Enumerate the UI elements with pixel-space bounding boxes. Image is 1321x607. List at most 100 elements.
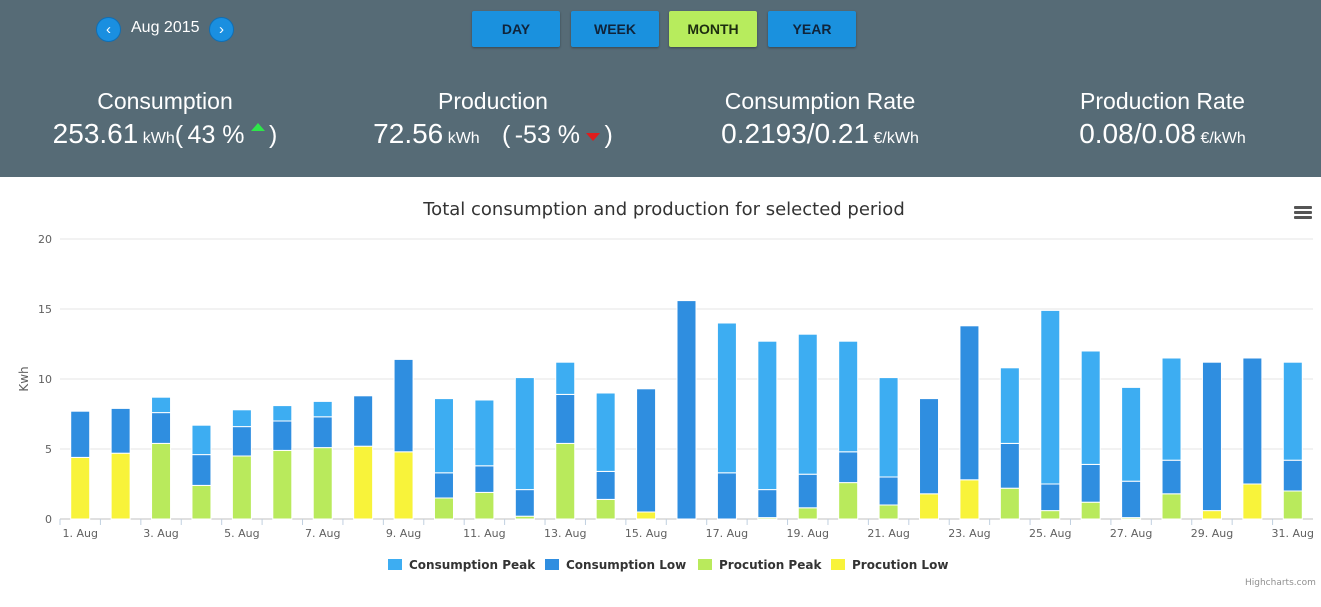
consumption-rate-stat: Consumption Rate 0.2193/0.21 €/kWh [700, 88, 940, 150]
bar-segment [676, 300, 697, 520]
x-tick-label: 19. Aug [787, 527, 829, 540]
x-tick-label: 21. Aug [867, 527, 909, 540]
x-tick-label: 31. Aug [1272, 527, 1314, 540]
bar-segment [312, 416, 333, 449]
bar-segment [716, 322, 737, 474]
bar-segment [514, 489, 535, 517]
range-year-button[interactable]: YEAR [768, 11, 856, 47]
bar-segment [474, 465, 495, 493]
bar-segment [231, 426, 252, 457]
production-title: Production [438, 88, 548, 114]
bar-segment [797, 507, 818, 520]
x-tick-label: 3. Aug [143, 527, 178, 540]
bar-segment [1121, 386, 1142, 482]
legend-swatch [698, 559, 712, 570]
bar-segment [1080, 350, 1101, 465]
bar-segment [1242, 483, 1263, 520]
chart-title: Total consumption and production for sel… [423, 199, 905, 220]
bar-segment [636, 388, 657, 513]
bar-segment [433, 497, 454, 520]
consumption-rate-unit: €/kWh [873, 130, 919, 147]
production-unit: kWh [447, 130, 480, 147]
x-tick-label: 9. Aug [386, 527, 421, 540]
y-tick-label: 15 [38, 303, 52, 316]
production-stat: Production 72.56 kWh ( -53 % ) [358, 88, 628, 150]
production-rate-value-line: 0.08/0.08 €/kWh [1060, 118, 1265, 150]
bar-segment [353, 395, 374, 447]
y-tick-label: 10 [38, 373, 52, 386]
bar-segment [999, 487, 1020, 520]
bar-segment [433, 472, 454, 499]
production-rate-value: 0.08/0.08 [1079, 118, 1196, 149]
bar-segment [191, 454, 212, 486]
bar-segment [312, 447, 333, 520]
bar-segment [999, 367, 1020, 444]
bar-segment [1040, 510, 1061, 520]
bar-segment [1080, 463, 1101, 503]
bar-segment [595, 470, 616, 500]
consumption-rate-title: Consumption Rate [724, 88, 916, 114]
bar-segment [1161, 459, 1182, 495]
range-week-button[interactable]: WEEK [571, 11, 659, 47]
bar-segment [231, 455, 252, 520]
y-axis-title: Kwh [17, 366, 31, 391]
bar-segment [1201, 361, 1222, 512]
range-month-button[interactable]: MONTH [669, 11, 757, 47]
hamburger-menu-icon[interactable] [1294, 206, 1312, 220]
range-day-button[interactable]: DAY [472, 11, 560, 47]
legend-label: Procution Peak [719, 558, 822, 572]
bar-segment [757, 340, 778, 491]
bar-segment [514, 377, 535, 491]
bar-segment [1282, 361, 1303, 461]
bar-segment [878, 476, 899, 506]
production-value-line: 72.56 kWh ( -53 % ) [358, 118, 628, 150]
period-label: Aug 2015 [131, 19, 200, 36]
production-value: 72.56 [373, 118, 444, 149]
bar-segment [716, 472, 737, 520]
bar-segment [1080, 501, 1101, 520]
bar-segment [1161, 357, 1182, 461]
bar-segment [191, 424, 212, 456]
consumption-rate-value-line: 0.2193/0.21 €/kWh [700, 118, 940, 150]
bar-segment [272, 420, 293, 451]
bar-segment [919, 493, 940, 520]
bar-segment [353, 445, 374, 520]
bar-segment [757, 489, 778, 519]
next-period-button[interactable]: › [209, 17, 234, 42]
bar-segment [393, 451, 414, 520]
dashboard-header: ‹ Aug 2015 › DAY WEEK MONTH YEAR Consump… [0, 0, 1321, 177]
bar-segment [919, 398, 940, 495]
x-tick-label: 23. Aug [948, 527, 990, 540]
bar-segment [1242, 357, 1263, 485]
bar-segment [70, 410, 91, 458]
consumption-rate-value: 0.2193/0.21 [721, 118, 870, 149]
legend-label: Procution Low [852, 558, 948, 572]
stacked-bar-chart: 0 5 10 15 20 Kwh 1. Aug 3. Aug 5. Aug 7. Aug 9. Au… [17, 233, 1314, 572]
consumption-open-paren: ( [174, 121, 184, 149]
previous-period-button[interactable]: ‹ [96, 17, 121, 42]
consumption-title: Consumption [97, 88, 233, 114]
legend-swatch [831, 559, 845, 570]
bar-segment [1282, 459, 1303, 492]
consumption-close-paren: ) [268, 121, 278, 149]
bar-segment [1040, 309, 1061, 485]
bar-segment [555, 393, 576, 444]
highcharts-credits[interactable]: Highcharts.com [1245, 578, 1316, 588]
bar-segment [595, 498, 616, 520]
production-change: -53 % [514, 121, 581, 149]
production-rate-unit: €/kWh [1200, 130, 1246, 147]
bar-segment [959, 325, 980, 481]
x-tick-label: 17. Aug [706, 527, 748, 540]
bar-segment [636, 511, 657, 520]
legend-label: Consumption Peak [409, 558, 536, 572]
x-tick-label: 27. Aug [1110, 527, 1152, 540]
production-open-paren: ( [501, 121, 511, 149]
x-tick-label: 11. Aug [463, 527, 505, 540]
consumption-stat: Consumption 253.61 kWh( 43 % ) [40, 88, 290, 150]
y-tick-label: 0 [45, 513, 52, 526]
legend-swatch [388, 559, 402, 570]
consumption-value: 253.61 [52, 118, 139, 149]
bar-segment [312, 400, 333, 418]
bar-segment [393, 358, 414, 453]
legend-label: Consumption Low [566, 558, 686, 572]
